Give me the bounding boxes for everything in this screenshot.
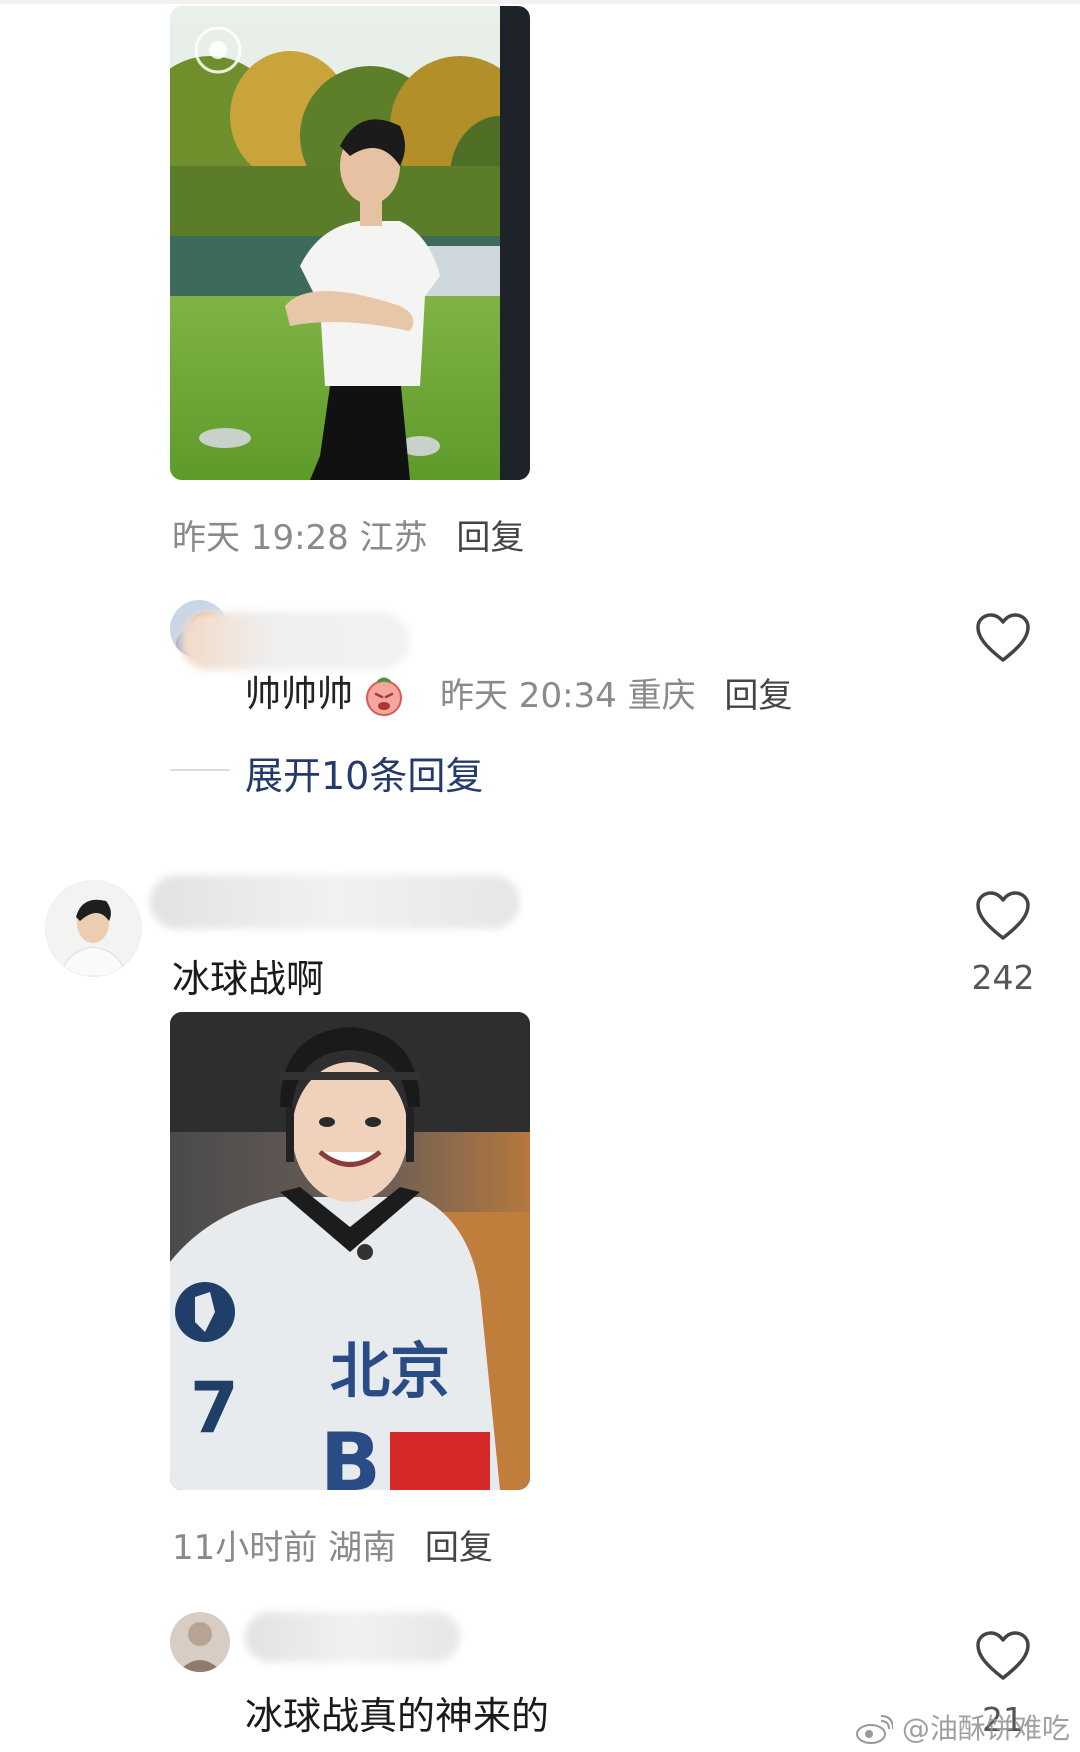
comment-text: 冰球战真的神来的 — [245, 1694, 550, 1738]
comment-location: 江苏 — [359, 518, 428, 558]
comment-text: 冰球战啊 — [172, 957, 325, 1001]
username-visible-part: 帅帅帅 — [245, 665, 404, 717]
svg-text:7: 7 — [190, 1367, 239, 1449]
expand-divider — [170, 769, 230, 771]
comment-meta: 昨天 19:28 江苏 回复 — [172, 510, 524, 559]
comment-meta: 昨天 20:34 重庆 回复 — [440, 668, 792, 717]
reply-button[interactable]: 回复 — [724, 676, 792, 716]
reply-button[interactable]: 回复 — [425, 1528, 493, 1568]
heart-icon[interactable] — [975, 890, 1031, 942]
comment-meta: 11小时前 湖南 回复 — [172, 1520, 493, 1569]
angry-face-emoji-icon — [364, 676, 404, 716]
weibo-logo-icon — [855, 1715, 894, 1745]
comment-image-outdoor[interactable] — [170, 6, 530, 480]
like-count: 242 — [971, 958, 1035, 997]
weibo-watermark: @油酥饼难吃 — [855, 1707, 1070, 1747]
username-blurred[interactable] — [245, 1612, 460, 1662]
svg-text:北京: 北京 — [330, 1337, 450, 1407]
comment-time: 11小时前 — [172, 1528, 318, 1568]
expand-replies-button[interactable]: 展开10条回复 — [245, 745, 483, 800]
username-blurred[interactable] — [180, 612, 410, 670]
heart-icon[interactable] — [975, 1630, 1031, 1682]
comment-location: 重庆 — [627, 676, 696, 716]
heart-icon[interactable] — [975, 612, 1031, 664]
comment-location: 湖南 — [328, 1528, 397, 1568]
username-blurred[interactable] — [150, 875, 520, 929]
svg-text:B: B — [320, 1416, 381, 1490]
comment-time: 昨天 20:34 — [440, 676, 617, 716]
reply-button[interactable]: 回复 — [456, 518, 524, 558]
comment-time: 昨天 19:28 — [172, 518, 349, 558]
avatar[interactable] — [170, 1612, 230, 1672]
comment-image-hockey[interactable]: 7 北京 B — [170, 1012, 530, 1490]
top-divider — [0, 0, 1080, 4]
avatar[interactable] — [45, 880, 142, 977]
